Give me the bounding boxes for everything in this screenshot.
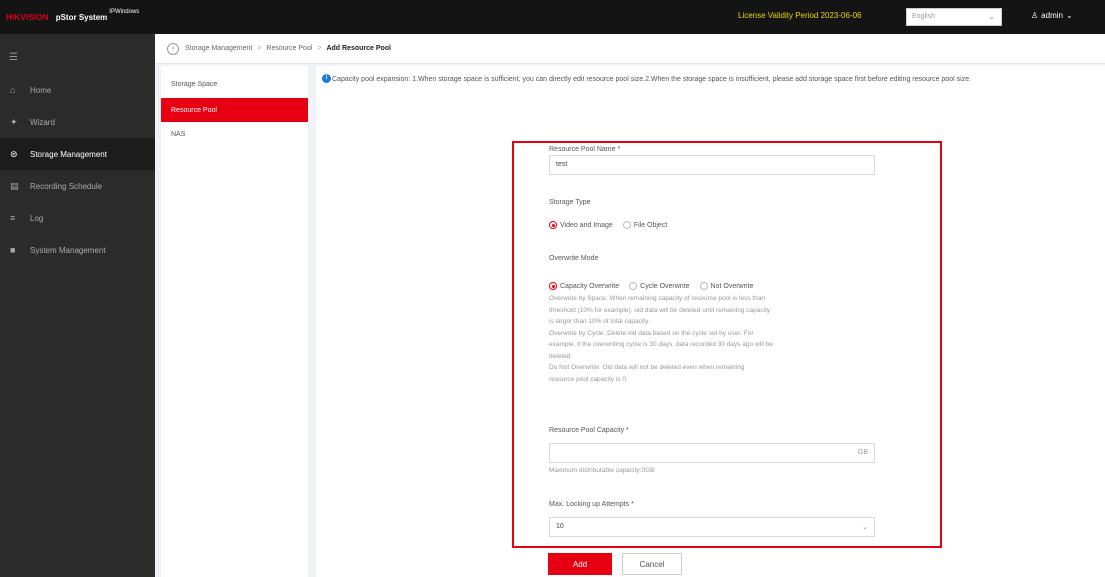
- product-edition: IPWindows: [109, 9, 140, 15]
- radio-dot: [549, 282, 557, 290]
- submenu-item-label: NAS: [171, 130, 186, 138]
- add-button[interactable]: Add: [548, 553, 612, 575]
- user-icon: ♙: [1031, 11, 1039, 20]
- pool-capacity-label: Resource Pool Capacity *: [549, 427, 629, 434]
- radio-dot: [629, 282, 638, 290]
- submenu-item-nas[interactable]: NAS: [161, 122, 308, 146]
- log-icon: ≡: [10, 213, 16, 223]
- breadcrumb-item[interactable]: Resource Pool: [266, 45, 312, 52]
- storage-type-group: Video and Image File Object: [549, 221, 677, 229]
- lockup-attempts-value: 10: [556, 523, 564, 530]
- sidebar: ☰ ⌂ Home ✦ Wizard ⊜ Storage Management ▤…: [0, 34, 155, 577]
- radio-label: Cycle Overwrite: [640, 282, 690, 290]
- user-menu[interactable]: ♙ admin ⌄: [1031, 11, 1073, 20]
- add-resource-pool-form: Resource Pool Name * test Storage Type V…: [512, 141, 942, 548]
- schedule-icon: ▤: [10, 180, 19, 191]
- submenu-item-label: Storage Space: [171, 80, 218, 88]
- info-text: Capacity pool expansion: 1.When storage …: [332, 76, 972, 83]
- description-line: Overwrite by Space: When remaining capac…: [549, 295, 766, 302]
- sidebar-item-label: Storage Management: [30, 149, 107, 159]
- overwrite-mode-label: Overwrite Mode: [549, 255, 599, 262]
- sidebar-item-home[interactable]: ⌂ Home: [0, 74, 155, 106]
- breadcrumb-separator: >: [317, 45, 322, 52]
- description-line: is larger than 10% of total capacity.: [549, 318, 650, 325]
- secondary-menu: Storage Space Resource Pool NAS: [161, 66, 308, 577]
- pool-name-value: test: [556, 161, 568, 168]
- sidebar-item-storage-management[interactable]: ⊜ Storage Management: [0, 138, 155, 170]
- brand-logo: HIKVISION: [6, 12, 49, 22]
- radio-dot: [549, 221, 557, 229]
- description-line: example, if the overwriting cycle is 30 …: [549, 341, 774, 348]
- capacity-hint: Maximum distributable capacity:0GB: [549, 467, 655, 474]
- lockup-attempts-select[interactable]: 10 ⌄: [549, 517, 875, 537]
- pool-name-input[interactable]: test: [549, 155, 875, 175]
- sidebar-item-label: Log: [30, 213, 44, 223]
- storage-icon: ⊜: [10, 148, 18, 159]
- product-name: pStor System: [55, 12, 108, 22]
- language-value: English: [912, 13, 935, 20]
- top-bar: HIKVISION pStor System IPWindows License…: [0, 0, 1105, 34]
- chevron-down-icon: ⌄: [988, 12, 995, 21]
- home-icon: ⌂: [10, 85, 16, 95]
- radio-label: Capacity Overwrite: [560, 282, 620, 290]
- sidebar-item-wizard[interactable]: ✦ Wizard: [0, 106, 155, 138]
- system-icon: ■: [10, 245, 16, 255]
- not-overwrite-radio[interactable]: Not Overwrite: [699, 282, 754, 290]
- back-icon[interactable]: ‹: [167, 42, 179, 55]
- radio-dot: [622, 221, 631, 229]
- cycle-overwrite-radio[interactable]: Cycle Overwrite: [629, 282, 690, 290]
- info-banner: i Capacity pool expansion: 1.When storag…: [320, 72, 1090, 87]
- submenu-item-label: Resource Pool: [171, 106, 217, 114]
- sidebar-item-label: Home: [30, 85, 52, 95]
- storage-type-label: Storage Type: [549, 199, 591, 206]
- sidebar-item-log[interactable]: ≡ Log: [0, 202, 155, 234]
- capacity-unit: GB: [857, 449, 868, 456]
- info-icon: i: [322, 74, 331, 83]
- chevron-down-icon: ⌄: [1065, 11, 1073, 20]
- language-select[interactable]: English ⌄: [906, 8, 1002, 26]
- wizard-icon: ✦: [10, 116, 18, 127]
- breadcrumb-separator: >: [257, 45, 262, 52]
- menu-icon[interactable]: ☰: [9, 52, 18, 63]
- storage-type-file-object-radio[interactable]: File Object: [622, 221, 668, 229]
- description-line: Do Not Overwrite: Old data will not be d…: [549, 364, 745, 371]
- storage-type-video-image-radio[interactable]: Video and Image: [549, 221, 613, 229]
- breadcrumb-item[interactable]: Storage Management: [185, 45, 252, 52]
- sidebar-item-label: System Management: [30, 245, 106, 255]
- brand: HIKVISION pStor System IPWindows: [0, 0, 139, 34]
- submenu-item-storage-space[interactable]: Storage Space: [161, 72, 308, 96]
- pool-capacity-input[interactable]: GB: [549, 443, 875, 463]
- description-line: resource pool capacity is 0.: [549, 375, 628, 383]
- radio-label: File Object: [633, 221, 668, 229]
- submenu-item-resource-pool[interactable]: Resource Pool: [161, 98, 308, 122]
- cancel-button[interactable]: Cancel: [622, 553, 682, 575]
- lockup-attempts-label: Max. Locking up Attempts *: [549, 501, 634, 508]
- capacity-overwrite-radio[interactable]: Capacity Overwrite: [549, 282, 619, 290]
- description-line: threshold (10% for example), old data wi…: [549, 306, 771, 314]
- sidebar-item-label: Recording Schedule: [30, 181, 103, 191]
- description-line: Overwrite by Cycle: Delete old data base…: [549, 329, 754, 337]
- breadcrumb: ‹ Storage Management > Resource Pool > A…: [155, 34, 1105, 64]
- radio-dot: [699, 282, 708, 290]
- description-line: deleted.: [549, 352, 573, 360]
- overwrite-mode-group: Capacity Overwrite Cycle Overwrite Not O…: [549, 282, 763, 290]
- chevron-down-icon: ⌄: [862, 524, 868, 531]
- pool-name-label: Resource Pool Name *: [549, 146, 621, 153]
- sidebar-item-label: Wizard: [30, 117, 55, 127]
- sidebar-item-system-management[interactable]: ■ System Management: [0, 234, 155, 266]
- license-validity: License Validity Period 2023-06-06: [738, 11, 862, 20]
- radio-label: Video and Image: [560, 221, 613, 229]
- breadcrumb-current: Add Resource Pool: [326, 45, 392, 52]
- sidebar-item-recording-schedule[interactable]: ▤ Recording Schedule: [0, 170, 155, 202]
- overwrite-mode-description: Overwrite by Space: When remaining capac…: [549, 293, 879, 385]
- user-name: admin: [1041, 11, 1063, 20]
- radio-label: Not Overwrite: [710, 282, 754, 290]
